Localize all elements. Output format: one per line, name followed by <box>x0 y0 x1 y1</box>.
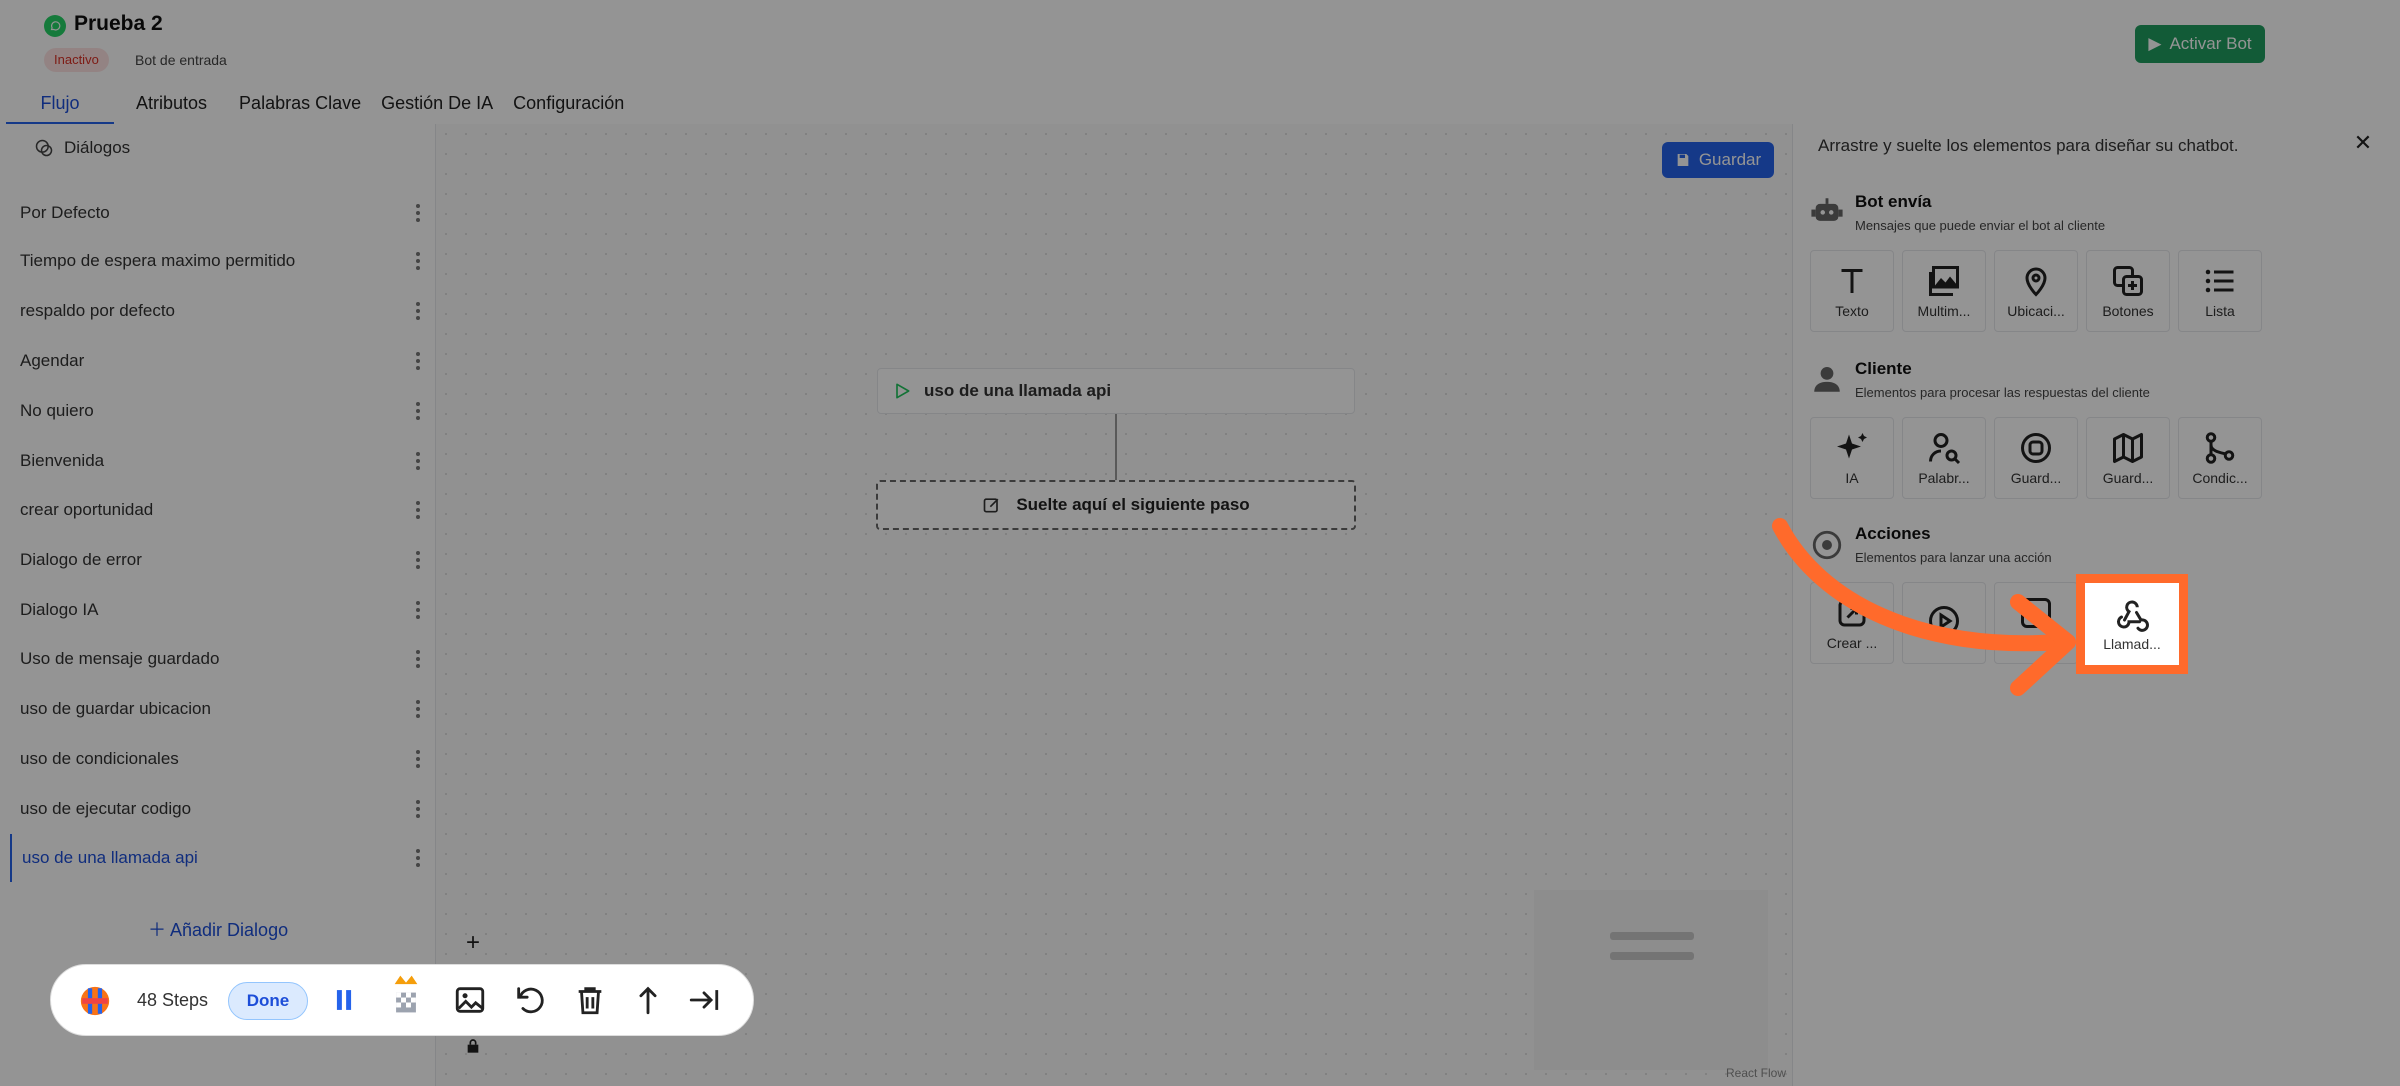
undo-icon[interactable] <box>513 983 547 1017</box>
sidebar-item[interactable]: Tiempo de espera maximo permitido <box>10 237 430 285</box>
plus-icon: ＋ <box>148 920 171 940</box>
tile-guardar-2[interactable]: Guard... <box>2086 417 2170 499</box>
bot-type-label: Bot de entrada <box>135 52 227 68</box>
sidebar-item[interactable]: Por Defecto <box>10 189 430 237</box>
save-circle-icon <box>2021 433 2051 463</box>
tab-flujo[interactable]: Flujo <box>6 88 114 124</box>
minimap-node <box>1610 932 1694 940</box>
tab-bar: Flujo Atributos Palabras Clave Gestión D… <box>6 88 634 124</box>
tile-ia[interactable]: IA <box>1810 417 1894 499</box>
sidebar-item[interactable]: uso de condicionales <box>10 735 430 783</box>
tile-multimedia[interactable]: Multim... <box>1902 250 1986 332</box>
tile-condicionales[interactable]: Condic... <box>2178 417 2262 499</box>
kebab-menu-icon[interactable] <box>416 849 420 867</box>
edge-connector <box>1115 414 1117 480</box>
section-title: Cliente <box>1855 359 1912 378</box>
tile-botones[interactable]: Botones <box>2086 250 2170 332</box>
trash-icon[interactable] <box>573 983 607 1017</box>
section-title: Bot envía <box>1855 192 1932 211</box>
images-icon <box>1929 266 1959 296</box>
sidebar-item-active[interactable]: uso de una llamada api <box>10 834 430 882</box>
sidebar-item[interactable]: uso de ejecutar codigo <box>10 785 430 833</box>
tab-palabras-clave[interactable]: Palabras Clave <box>229 88 371 122</box>
sidebar-header: Diálogos <box>34 138 130 158</box>
activate-bot-button[interactable]: ▶ Activar Bot <box>2135 25 2265 63</box>
done-button[interactable]: Done <box>228 982 308 1020</box>
sidebar-item[interactable]: Uso de mensaje guardado <box>10 635 430 683</box>
map-pin-icon <box>2025 267 2047 297</box>
page-title: Prueba 2 <box>74 12 163 35</box>
edit-square-icon <box>983 498 999 513</box>
save-button[interactable]: Guardar <box>1662 142 1774 178</box>
minimap-node <box>1610 952 1694 960</box>
text-icon <box>1841 269 1863 293</box>
save-icon <box>1677 154 1689 166</box>
tab-atributos[interactable]: Atributos <box>126 88 217 122</box>
step-counter: 48 Steps <box>137 990 209 1010</box>
skip-to-end-icon[interactable] <box>687 983 721 1017</box>
section-description: Mensajes que puede enviar el bot al clie… <box>1855 218 2106 233</box>
person-icon <box>1814 366 1840 392</box>
sidebar-item[interactable]: Dialogo de error <box>10 536 430 584</box>
kebab-menu-icon[interactable] <box>416 402 420 420</box>
sidebar-item[interactable]: No quiero <box>10 387 430 435</box>
branch-icon <box>2205 432 2235 464</box>
kebab-menu-icon[interactable] <box>416 204 420 222</box>
robot-icon <box>1811 198 1843 221</box>
sparkles-icon <box>1837 433 1867 459</box>
section-description: Elementos para procesar las respuestas d… <box>1855 385 2150 400</box>
kebab-menu-icon[interactable] <box>416 601 420 619</box>
react-flow-attribution[interactable]: React Flow <box>1726 1066 1786 1080</box>
kebab-menu-icon[interactable] <box>416 302 420 320</box>
kebab-menu-icon[interactable] <box>416 750 420 768</box>
kebab-menu-icon[interactable] <box>416 800 420 818</box>
tile-palabras[interactable]: Palabr... <box>1902 417 1986 499</box>
drop-zone[interactable]: Suelte aquí el siguiente paso <box>876 480 1356 530</box>
start-node[interactable]: uso de una llamada api <box>877 368 1355 414</box>
blur-crown-icon[interactable] <box>389 969 423 1019</box>
add-dialog-button[interactable]: ＋ Añadir Dialogo <box>148 916 288 942</box>
minimap[interactable] <box>1534 890 1768 1070</box>
tile-lista[interactable]: Lista <box>2178 250 2262 332</box>
zoom-in-button[interactable]: + <box>460 930 486 956</box>
kebab-menu-icon[interactable] <box>416 650 420 668</box>
arrow-up-icon[interactable] <box>631 983 665 1017</box>
kebab-menu-icon[interactable] <box>416 352 420 370</box>
tutorial-arrow-icon <box>1772 518 2076 696</box>
map-icon <box>2113 433 2143 463</box>
webhook-icon <box>2117 600 2149 632</box>
sidebar-item[interactable]: uso de guardar ubicacion <box>10 685 430 733</box>
list-icon <box>2205 269 2234 293</box>
play-icon: ▶ <box>2148 34 2162 53</box>
tab-configuracion[interactable]: Configuración <box>503 88 634 122</box>
sidebar-item[interactable]: crear oportunidad <box>10 486 430 534</box>
buttons-icon <box>2113 266 2143 296</box>
lock-icon[interactable] <box>465 1038 481 1054</box>
play-outline-icon <box>896 383 910 399</box>
tile-llamada-api-highlighted[interactable]: Llamad... <box>2076 574 2188 674</box>
sidebar-item[interactable]: Dialogo IA <box>10 586 430 634</box>
pause-icon[interactable] <box>327 983 361 1017</box>
status-badge: Inactivo <box>44 48 109 72</box>
panel-instructions: Arrastre y suelte los elementos para dis… <box>1818 136 2239 155</box>
sidebar-item[interactable]: Agendar <box>10 337 430 385</box>
recorder-logo-icon <box>80 986 110 1016</box>
whatsapp-icon <box>44 15 66 37</box>
tile-ubicacion[interactable]: Ubicaci... <box>1994 250 2078 332</box>
chat-icon <box>35 139 53 157</box>
kebab-menu-icon[interactable] <box>416 501 420 519</box>
kebab-menu-icon[interactable] <box>416 551 420 569</box>
user-search-icon <box>1929 433 1961 465</box>
sidebar-item[interactable]: Bienvenida <box>10 437 430 485</box>
kebab-menu-icon[interactable] <box>416 700 420 718</box>
kebab-menu-icon[interactable] <box>416 452 420 470</box>
sidebar-item[interactable]: respaldo por defecto <box>10 287 430 335</box>
kebab-menu-icon[interactable] <box>416 252 420 270</box>
image-icon[interactable] <box>453 983 487 1017</box>
tab-gestion-ia[interactable]: Gestión De IA <box>371 88 503 122</box>
close-icon[interactable]: ✕ <box>2352 132 2374 154</box>
tile-guardar-1[interactable]: Guard... <box>1994 417 2078 499</box>
tile-texto[interactable]: Texto <box>1810 250 1894 332</box>
